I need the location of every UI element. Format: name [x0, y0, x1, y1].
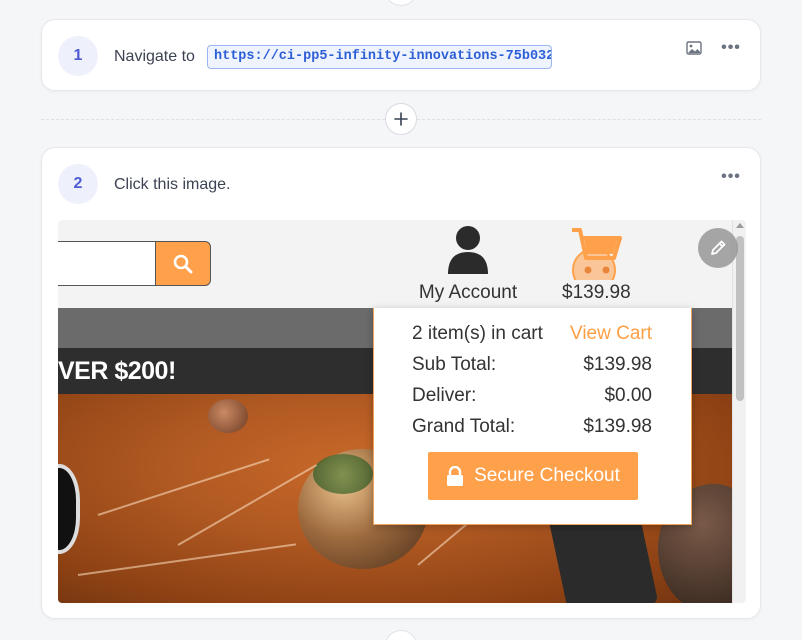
previous-step-connector — [385, 0, 417, 6]
cart-total: $139.98 — [562, 282, 631, 303]
hero-streak — [77, 543, 296, 576]
pencil-icon — [711, 240, 726, 255]
hero-orb — [313, 454, 373, 494]
subtotal-row: Sub Total: $139.98 — [412, 354, 652, 376]
grand-total-row: Grand Total: $139.98 — [412, 416, 652, 438]
subtotal-label: Sub Total: — [412, 354, 497, 375]
hero-streak — [177, 464, 318, 546]
image-icon[interactable] — [682, 38, 706, 58]
next-step-connector — [385, 630, 417, 640]
grand-total-label: Grand Total: — [412, 416, 516, 437]
add-step-button[interactable] — [385, 103, 417, 135]
cart-items-count: 2 item(s) in cart — [412, 323, 543, 344]
url-chip[interactable]: https://ci-pp5-infinity-innovations-75b0… — [207, 45, 552, 69]
grand-total-value: $139.98 — [583, 416, 652, 437]
deliver-label: Deliver: — [412, 385, 477, 406]
hero-orb — [58, 464, 80, 554]
site-search-input — [58, 241, 158, 286]
deliver-value: $0.00 — [604, 385, 652, 406]
site-header: My Account $139.98 — [58, 220, 732, 308]
screenshot-scrollbar[interactable] — [732, 220, 746, 603]
secure-checkout-button: Secure Checkout — [428, 452, 638, 500]
shopping-cart-icon — [572, 228, 622, 280]
step-screenshot[interactable]: My Account $139.98 VER $200! 2 item(s) i… — [58, 220, 746, 603]
edit-screenshot-button[interactable] — [698, 228, 738, 268]
user-icon — [448, 226, 488, 274]
step-card-1: 1 Navigate to https://ci-pp5-infinity-in… — [41, 19, 761, 91]
promo-text: VER $200! — [58, 357, 176, 385]
deliver-row: Deliver: $0.00 — [412, 385, 652, 407]
step-description: Navigate to — [114, 48, 195, 65]
plus-icon — [394, 112, 408, 126]
subtotal-value: $139.98 — [583, 354, 652, 375]
hero-orb — [208, 399, 248, 433]
scroll-up-arrow[interactable] — [736, 223, 744, 228]
cart-items-row: 2 item(s) in cart View Cart — [412, 323, 652, 345]
more-horizontal-icon[interactable]: ••• — [719, 167, 743, 187]
more-horizontal-icon[interactable]: ••• — [719, 38, 743, 58]
step-description: Click this image. — [114, 176, 231, 193]
view-cart-link: View Cart — [569, 323, 652, 344]
step-number: 1 — [58, 36, 98, 76]
step-number: 2 — [58, 164, 98, 204]
site-search-button — [155, 241, 211, 286]
checkout-label: Secure Checkout — [474, 465, 620, 486]
cart-dropdown: 2 item(s) in cart View Cart Sub Total: $… — [373, 308, 692, 525]
lock-icon — [447, 466, 464, 486]
step-card-2: 2 Click this image. ••• My Account $139.… — [41, 147, 761, 619]
scrollbar-thumb[interactable] — [736, 236, 744, 401]
search-icon — [173, 254, 193, 273]
account-label: My Account — [418, 282, 518, 303]
